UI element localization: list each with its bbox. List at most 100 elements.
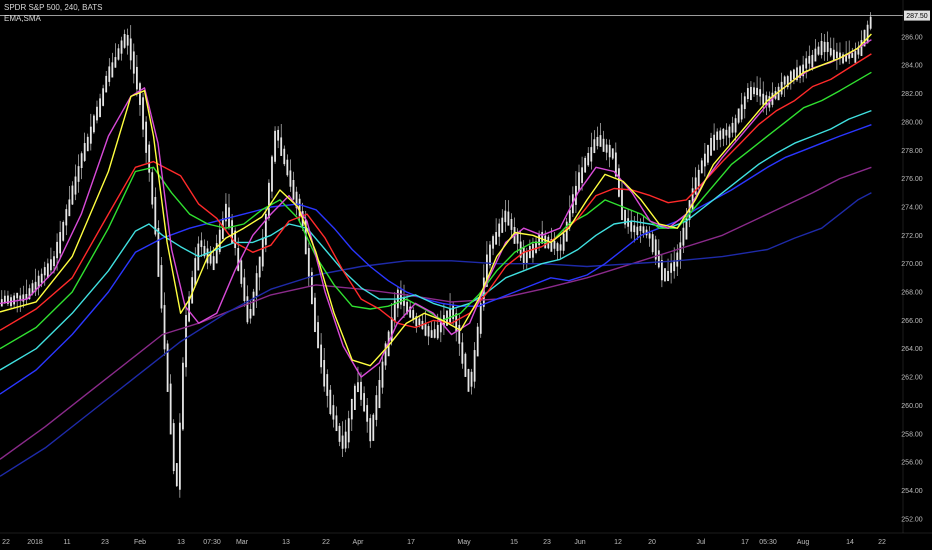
candle-body (320, 344, 323, 368)
candle-body (200, 240, 203, 248)
candle-body (525, 251, 528, 263)
candle-body (418, 318, 421, 326)
candle-body (498, 223, 501, 237)
candle-body (679, 242, 682, 260)
candle-body (605, 144, 608, 153)
price-tick-label: 284.00 (901, 63, 923, 70)
price-tick-label: 262.00 (901, 375, 923, 382)
candle-body (160, 265, 163, 309)
candle-body (102, 88, 105, 106)
candle-body (467, 369, 470, 392)
candle-body (117, 48, 120, 60)
candle-body (489, 244, 491, 266)
candle-body (126, 34, 129, 46)
indicator-legend: EMA,SMA (4, 14, 41, 23)
time-tick-label: 07:30 (203, 539, 221, 546)
candle-body (836, 51, 838, 59)
candle-body (676, 252, 679, 267)
candle-body (139, 83, 141, 105)
price-tick-label: 274.00 (901, 204, 923, 211)
candle-body (538, 234, 540, 246)
candle-body (16, 292, 19, 299)
candle-body (430, 330, 433, 338)
candle-body (869, 16, 872, 29)
candle-body (535, 241, 537, 253)
candle-body (639, 225, 642, 232)
candle-body (608, 144, 611, 158)
candle-body (707, 145, 709, 163)
candle-body (194, 258, 197, 286)
price-chart[interactable]: 252.00 254.00 256.00 258.00 260.00 262.00 264.… (0, 0, 932, 550)
price-tick-label: 252.00 (901, 516, 923, 523)
candle-body (307, 248, 310, 279)
candle-body (172, 423, 175, 472)
candle-body (360, 381, 362, 400)
candle-body (722, 128, 725, 139)
candle-body (329, 389, 332, 415)
candle-body (212, 256, 215, 271)
candle-body (811, 54, 814, 68)
candle-body (77, 166, 80, 182)
price-tick-label: 264.00 (901, 346, 923, 353)
candle-body (185, 315, 187, 368)
candle-body (455, 313, 458, 332)
candle-body (611, 148, 614, 159)
candle-body (584, 157, 587, 173)
chart-symbol-title: SPDR S&P 500, 240, BATS (4, 3, 103, 12)
candle-body (292, 180, 295, 200)
price-tick-label: 280.00 (901, 119, 923, 126)
candle-body (759, 89, 762, 97)
time-tick-label: 13 (282, 539, 290, 546)
candle-body (777, 86, 780, 101)
candle-body (664, 268, 666, 282)
candle-body (532, 243, 534, 258)
candle-body (53, 256, 55, 267)
candle-body (65, 209, 68, 226)
time-tick-label: 2018 (27, 539, 43, 546)
time-tick-label: 15 (510, 539, 518, 546)
candle-body (854, 51, 857, 63)
candle-body (344, 431, 347, 449)
candle-body (175, 463, 178, 487)
price-tick-label: 278.00 (901, 148, 923, 155)
candle-body (522, 247, 525, 265)
candle-body (553, 240, 556, 249)
candle-body (590, 147, 593, 162)
candle-body (823, 41, 826, 53)
candle-body (464, 353, 467, 377)
price-tick-label: 266.00 (901, 318, 923, 325)
time-tick-label: 23 (101, 539, 109, 546)
candle-body (476, 326, 479, 357)
candle-body (341, 435, 344, 449)
candle-body (252, 291, 255, 316)
candle-body (621, 188, 623, 221)
candle-body (829, 48, 832, 56)
candle-body (258, 256, 261, 278)
time-tick-label: Feb (134, 539, 146, 546)
candle-body (670, 263, 673, 273)
candle-body (657, 250, 660, 268)
candle-body (255, 273, 258, 296)
candle-body (145, 121, 148, 153)
candle-body (762, 93, 765, 105)
time-tick-label: 22 (878, 539, 886, 546)
time-tick-label: Apr (353, 539, 365, 546)
candle-body (593, 139, 596, 154)
candle-body (357, 382, 359, 393)
candle-body (43, 267, 46, 276)
candle-body (851, 53, 854, 58)
price-tick-label: 276.00 (901, 176, 923, 183)
candle-body (22, 294, 25, 302)
candle-body (369, 418, 372, 442)
time-tick-label: 17 (741, 539, 749, 546)
candle-body (817, 46, 820, 55)
candle-body (83, 143, 86, 161)
candle-body (375, 395, 378, 420)
candle-body (108, 66, 111, 82)
candle-body (682, 227, 685, 246)
price-tick-label: 286.00 (901, 34, 923, 41)
candle-body (756, 87, 758, 96)
candle-body (578, 172, 580, 192)
candle-body (501, 217, 504, 233)
candle-body (50, 259, 52, 271)
